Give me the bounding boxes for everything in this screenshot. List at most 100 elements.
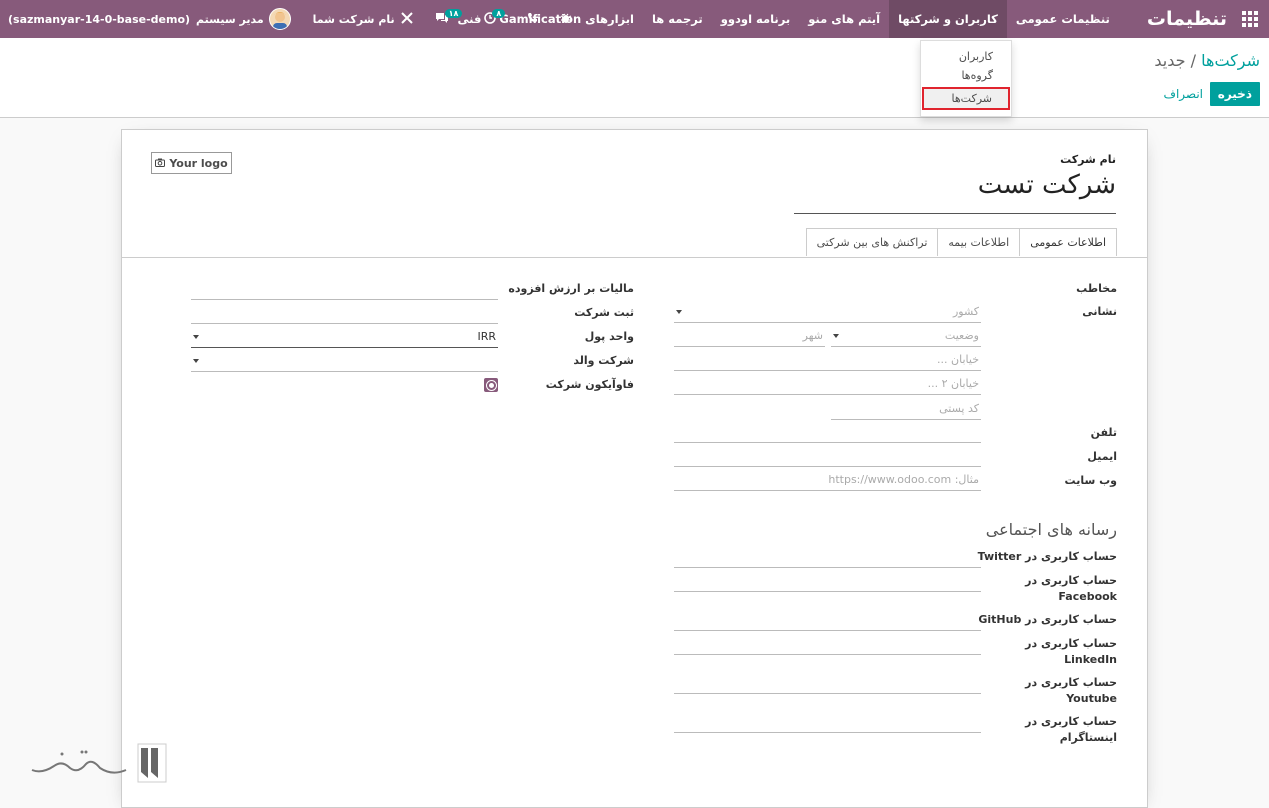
user-menu[interactable]: مدیر سیستم xyxy=(196,8,291,30)
city-placeholder: شهر xyxy=(802,329,823,342)
country-placeholder: کشور xyxy=(952,305,979,318)
menu-odoo-apps[interactable]: برنامه اودوو xyxy=(712,0,800,38)
database-name: (sazmanyar-14-0-base-demo) xyxy=(8,12,191,26)
state-placeholder: وضعیت xyxy=(944,329,979,342)
youtube-label-line1: حساب کاربری در xyxy=(1025,676,1117,689)
breadcrumb-companies-link[interactable]: شرکت‌ها xyxy=(1201,51,1260,70)
dropdown-item-users[interactable]: کاربران xyxy=(921,47,1011,66)
form-sheet: Your logo نام شرکت شرکت تست اطلاعات عموم… xyxy=(121,129,1148,808)
street2-placeholder: خیابان ۲ ... xyxy=(927,377,979,390)
country-select[interactable]: کشور xyxy=(674,301,981,323)
top-navbar: تنظیمات تنظیمات عمومی کاربران و شرکتها آ… xyxy=(0,0,1269,38)
tab-inter-company[interactable]: تراکنش های بین شرکتی xyxy=(805,228,939,256)
favicon-label: فاوآیکون شرکت xyxy=(545,378,634,391)
twitter-label: حساب کاربری در Twitter xyxy=(977,550,1117,563)
phone-icon xyxy=(527,12,538,26)
tab-insurance-info[interactable]: اطلاعات بیمه xyxy=(937,228,1021,256)
phone-menu[interactable] xyxy=(527,12,538,26)
menu-menu-items[interactable]: آیتم های منو xyxy=(799,0,889,38)
company-registry-field[interactable] xyxy=(191,302,498,324)
favicon-preview-icon xyxy=(486,380,496,390)
favicon-upload[interactable] xyxy=(484,378,498,392)
twitter-field[interactable] xyxy=(674,546,981,568)
tab-general-info[interactable]: اطلاعات عمومی xyxy=(1019,228,1117,256)
parent-company-select[interactable] xyxy=(191,350,498,372)
chevron-down-icon xyxy=(193,335,199,339)
currency-select[interactable]: IRR xyxy=(191,326,498,348)
watermark-logo xyxy=(22,740,167,784)
menu-general-settings[interactable]: تنظیمات عمومی xyxy=(1007,0,1119,38)
control-panel: شرکت‌ها / جدید ذخیره انصراف xyxy=(0,38,1269,118)
street-placeholder: خیابان ... xyxy=(937,353,979,366)
company-switcher[interactable]: نام شرکت شما xyxy=(312,11,413,27)
linkedin-label-line1: حساب کاربری در xyxy=(1025,637,1117,650)
youtube-field[interactable] xyxy=(674,672,981,694)
city-field[interactable]: شهر xyxy=(674,325,825,347)
dropdown-item-groups[interactable]: گروه‌ها xyxy=(921,66,1011,85)
zip-placeholder: کد پستی xyxy=(939,402,979,415)
facebook-field[interactable] xyxy=(674,570,981,592)
logo-label: Your logo xyxy=(169,156,228,170)
email-field[interactable] xyxy=(674,445,981,467)
messages-count-badge: ۱۸ xyxy=(444,8,463,18)
currency-value: IRR xyxy=(477,330,496,343)
youtube-label-line2: Youtube xyxy=(1066,692,1117,705)
street-field[interactable]: خیابان ... xyxy=(674,349,981,371)
phone-label: تلفن xyxy=(1090,426,1117,439)
linkedin-field[interactable] xyxy=(674,633,981,655)
dropdown-item-companies[interactable]: شرکت‌ها xyxy=(922,87,1010,110)
tabs-divider xyxy=(122,257,1147,258)
company-name-underline xyxy=(794,213,1116,214)
logo-upload[interactable]: Your logo xyxy=(151,152,232,174)
debug-menu[interactable] xyxy=(560,12,572,27)
parent-company-label: شرکت والد xyxy=(573,354,634,367)
chevron-down-icon xyxy=(833,334,839,338)
company-name-input[interactable]: شرکت تست xyxy=(978,170,1116,200)
social-media-title: رسانه های اجتماعی xyxy=(985,520,1117,539)
vat-label: مالیات بر ارزش افزوده xyxy=(508,282,634,295)
breadcrumb-separator: / xyxy=(1190,51,1197,70)
github-field[interactable] xyxy=(674,609,981,631)
currency-label: واحد پول xyxy=(584,330,634,343)
bug-icon xyxy=(560,12,572,27)
facebook-label-line2: Facebook xyxy=(1058,590,1117,603)
phone-field[interactable] xyxy=(674,421,981,443)
discard-button[interactable]: انصراف xyxy=(1164,87,1203,101)
address-label: نشانی xyxy=(1082,305,1117,318)
website-placeholder: مثال: https://www.odoo.com xyxy=(828,473,979,486)
instagram-field[interactable] xyxy=(674,711,981,733)
linkedin-label-line2: LinkedIn xyxy=(1064,653,1117,666)
menu-translations[interactable]: ترجمه ها xyxy=(643,0,712,38)
tools-icon xyxy=(400,11,413,27)
form-tabs: اطلاعات عمومی اطلاعات بیمه تراکنش های بی… xyxy=(805,228,1117,256)
messages-menu[interactable]: ۱۸ xyxy=(435,8,463,27)
save-button[interactable]: ذخیره xyxy=(1209,82,1260,106)
activities-menu[interactable]: ۸ xyxy=(484,8,506,27)
company-name: نام شرکت شما xyxy=(312,12,395,26)
street2-field[interactable]: خیابان ۲ ... xyxy=(674,373,981,395)
apps-grid-icon xyxy=(1242,11,1258,27)
activities-count-badge: ۸ xyxy=(492,8,506,18)
systray: (sazmanyar-14-0-base-demo) مدیر سیستم نا… xyxy=(0,0,572,38)
avatar xyxy=(268,8,291,30)
company-registry-label: ثبت شرکت xyxy=(574,306,634,319)
breadcrumb: شرکت‌ها / جدید xyxy=(1154,51,1260,70)
instagram-label-line2: اینستاگرام xyxy=(1059,731,1117,744)
website-field[interactable]: مثال: https://www.odoo.com xyxy=(674,469,981,491)
github-label: حساب کاربری در GitHub xyxy=(978,613,1117,626)
menu-users-companies[interactable]: کاربران و شرکتها xyxy=(889,0,1007,38)
apps-menu-button[interactable] xyxy=(1231,0,1269,38)
company-name-label: نام شرکت xyxy=(1060,153,1116,166)
zip-field[interactable]: کد پستی xyxy=(831,398,981,420)
chevron-down-icon xyxy=(676,310,682,314)
users-companies-dropdown: کاربران گروه‌ها شرکت‌ها xyxy=(920,40,1012,117)
instagram-label-line1: حساب کاربری در xyxy=(1025,715,1117,728)
contact-label: مخاطب xyxy=(1076,282,1117,295)
app-brand[interactable]: تنظیمات xyxy=(1147,8,1227,30)
email-label: ایمیل xyxy=(1087,450,1117,463)
breadcrumb-current: جدید xyxy=(1154,51,1186,70)
user-name: مدیر سیستم xyxy=(196,12,264,26)
state-select[interactable]: وضعیت xyxy=(831,325,981,347)
vat-field[interactable] xyxy=(191,278,498,300)
camera-icon xyxy=(155,157,166,170)
